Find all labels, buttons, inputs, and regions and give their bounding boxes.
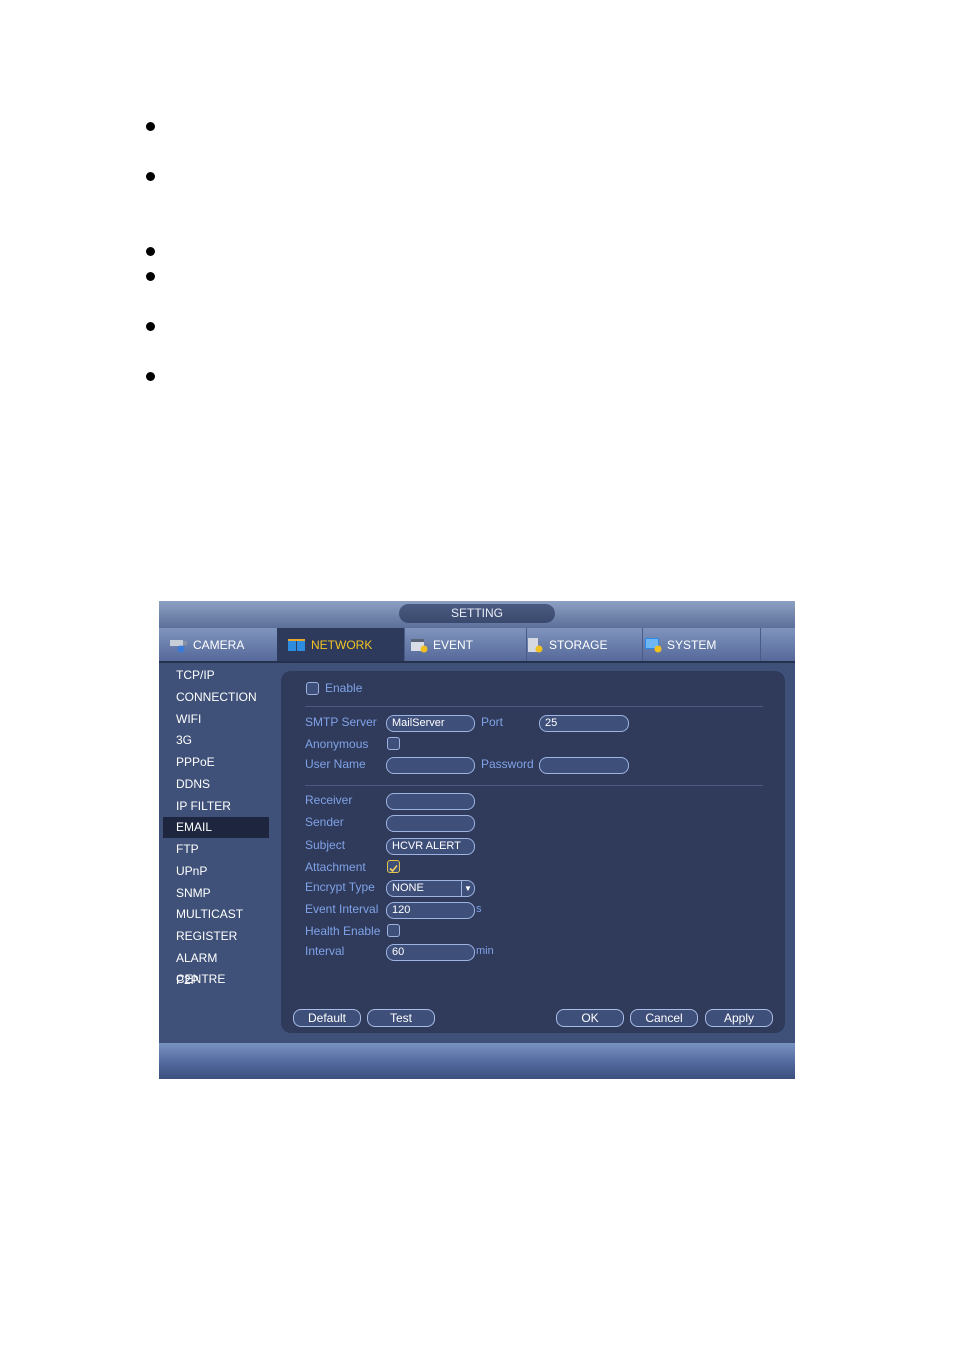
event-icon (411, 638, 428, 652)
interval-input[interactable]: 60 (386, 944, 475, 961)
sidebar-item-connection[interactable]: CONNECTION (163, 687, 269, 708)
divider (305, 706, 763, 707)
title-bar: SETTING (159, 601, 795, 628)
subject-input[interactable]: HCVR ALERT (386, 838, 475, 855)
sidebar-item-ddns[interactable]: DDNS (163, 774, 269, 795)
tab-event[interactable]: EVENT (395, 628, 527, 661)
subject-label: Subject (305, 838, 346, 852)
divider (305, 785, 763, 786)
bullet-point (146, 122, 155, 131)
ok-button[interactable]: OK (556, 1009, 624, 1027)
tab-label: SYSTEM (667, 637, 717, 652)
cancel-button[interactable]: Cancel (630, 1009, 698, 1027)
enable-label: Enable (325, 681, 363, 695)
event-interval-input[interactable]: 120 (386, 902, 475, 919)
default-button[interactable]: Default (293, 1009, 361, 1027)
event-interval-unit: s (476, 903, 482, 915)
encrypt-type-value: NONE (392, 882, 424, 894)
event-interval-label: Event Interval (305, 902, 379, 916)
sidebar-item-tcpip[interactable]: TCP/IP (163, 665, 269, 686)
sender-input[interactable] (386, 815, 475, 832)
sidebar-item-email[interactable]: EMAIL (163, 817, 269, 838)
attachment-checkbox[interactable] (387, 860, 400, 873)
port-input[interactable]: 25 (539, 715, 629, 732)
test-button[interactable]: Test (367, 1009, 435, 1027)
checkmark-icon (389, 864, 398, 873)
tab-camera[interactable]: CAMERA (159, 628, 287, 661)
bullet-point (146, 372, 155, 381)
smtp-server-input[interactable]: MailServer (386, 715, 475, 732)
storage-icon (528, 637, 543, 652)
tab-storage[interactable]: STORAGE (513, 628, 643, 661)
sidebar-item-p2p[interactable]: P2P (163, 970, 269, 991)
smtp-server-label: SMTP Server (305, 715, 377, 729)
sidebar-item-pppoe[interactable]: PPPoE (163, 752, 269, 773)
main-tabs: CAMERA NETWORK EVENT STORAGE SYSTEM (159, 628, 795, 663)
anonymous-label: Anonymous (305, 737, 369, 751)
settings-window: SETTING CAMERA NETWORK EVENT STORAGE SYS… (159, 601, 795, 1079)
window-footer (159, 1043, 795, 1079)
sidebar-item-upnp[interactable]: UPnP (163, 861, 269, 882)
interval-unit: min (476, 945, 494, 957)
tab-label: CAMERA (193, 637, 245, 652)
health-enable-checkbox[interactable] (387, 924, 400, 937)
tab-label: NETWORK (311, 637, 373, 652)
tab-network[interactable]: NETWORK (277, 628, 405, 661)
attachment-label: Attachment (305, 860, 366, 874)
sidebar-item-ip-filter[interactable]: IP FILTER (163, 796, 269, 817)
chevron-down-icon[interactable]: ▼ (461, 881, 474, 896)
apply-button[interactable]: Apply (705, 1009, 773, 1027)
tab-label: STORAGE (549, 637, 608, 652)
port-label: Port (481, 715, 504, 729)
sidebar-item-3g[interactable]: 3G (163, 730, 269, 751)
sidebar-item-alarm-centre[interactable]: ALARM CENTRE (163, 948, 269, 986)
bullet-point (146, 322, 155, 331)
sender-label: Sender (305, 815, 344, 829)
encrypt-type-select[interactable]: NONE ▼ (386, 880, 475, 897)
sidebar-item-ftp[interactable]: FTP (163, 839, 269, 860)
sidebar-item-multicast[interactable]: MULTICAST (163, 904, 269, 925)
password-input[interactable] (539, 757, 629, 774)
tab-system[interactable]: SYSTEM (631, 628, 761, 661)
health-enable-label: Health Enable (305, 924, 381, 938)
window-title: SETTING (399, 604, 555, 623)
network-sidebar: TCP/IP CONNECTION WIFI 3G PPPoE DDNS IP … (159, 663, 277, 1043)
network-icon (288, 638, 305, 651)
tab-label: EVENT (433, 637, 474, 652)
receiver-input[interactable] (386, 793, 475, 810)
enable-checkbox[interactable] (306, 682, 319, 695)
sidebar-item-register[interactable]: REGISTER (163, 926, 269, 947)
bullet-point (146, 247, 155, 256)
email-settings-panel: Enable SMTP Server MailServer Port 25 An… (281, 671, 785, 1033)
camera-icon (170, 639, 187, 652)
system-icon (645, 637, 662, 652)
username-label: User Name (305, 757, 366, 771)
encrypt-type-label: Encrypt Type (305, 880, 375, 894)
password-label: Password (481, 757, 534, 771)
sidebar-item-wifi[interactable]: WIFI (163, 709, 269, 730)
sidebar-item-snmp[interactable]: SNMP (163, 883, 269, 904)
anonymous-checkbox[interactable] (387, 737, 400, 750)
receiver-label: Receiver (305, 793, 353, 807)
bullet-point (146, 172, 155, 181)
username-input[interactable] (386, 757, 475, 774)
interval-label: Interval (305, 944, 345, 958)
bullet-point (146, 272, 155, 281)
